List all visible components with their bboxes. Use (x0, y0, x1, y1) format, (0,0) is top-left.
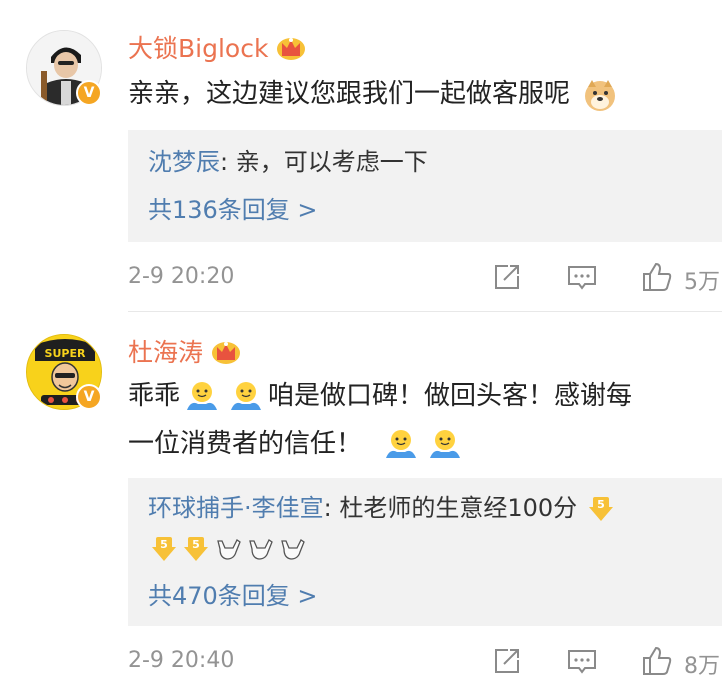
comment-icon[interactable] (565, 260, 599, 294)
svg-text:5: 5 (597, 498, 605, 511)
reply-preview: 沈梦辰: 亲，可以考虑一下 (148, 148, 428, 176)
reply-author[interactable]: 沈梦辰 (148, 148, 220, 176)
reply-preview-box[interactable]: 环球捕手·李佳宣: 杜老师的生意经100分 5 5 5 共470条回复 > (128, 478, 722, 626)
hang-loose-hand-icon (217, 539, 241, 560)
hug-emoji-icon (386, 429, 417, 458)
reply-preview-box[interactable]: 沈梦辰: 亲，可以考虑一下 共136条回复 > (128, 130, 722, 242)
timestamp: 2-9 20:40 (128, 648, 235, 673)
five-points-emoji-icon: 5 (152, 537, 176, 561)
comment-text: 亲亲，这边建议您跟我们一起做客服呢 (128, 70, 692, 118)
crown-icon (212, 342, 241, 364)
five-points-emoji-icon: 5 (184, 537, 208, 561)
hang-loose-hand-icon (249, 539, 273, 560)
timestamp: 2-9 20:20 (128, 264, 235, 289)
reply-author[interactable]: 环球捕手·李佳宣 (148, 494, 324, 522)
share-icon[interactable] (490, 644, 524, 678)
username[interactable]: 杜海涛 (128, 333, 203, 369)
comment-item: SUPER V 杜海涛 乖乖 咱是做口碑！做回头客！感谢每 一位消费者的信任！ … (0, 312, 722, 693)
thumbs-up-icon[interactable] (640, 260, 674, 294)
like-count: 5万 (684, 270, 720, 295)
crown-icon (277, 38, 306, 60)
verified-badge-icon: V (76, 80, 102, 106)
doge-emoji-icon (585, 79, 616, 111)
hug-emoji-icon (231, 381, 262, 410)
comment-item: V 大锁Biglock 亲亲，这边建议您跟我们一起做客服呢 沈梦辰: 亲，可以考… (0, 0, 722, 312)
hang-loose-hand-icon (281, 539, 305, 560)
avatar-logo-text: SUPER (45, 347, 86, 360)
share-icon[interactable] (490, 260, 524, 294)
view-replies-link[interactable]: 共470条回复 > (148, 576, 318, 616)
reply-preview: 环球捕手·李佳宣: 杜老师的生意经100分 5 (148, 488, 702, 528)
thumbs-up-icon[interactable] (640, 644, 674, 678)
comment-footer: 2-9 20:20 5万 (128, 258, 722, 298)
reply-emoji-row: 5 5 (148, 528, 702, 568)
comment-icon[interactable] (565, 644, 599, 678)
like-count: 8万 (684, 654, 720, 679)
verified-badge-icon: V (76, 384, 102, 410)
comment-footer: 2-9 20:40 8万 (128, 642, 722, 682)
hug-emoji-icon (430, 429, 461, 458)
username[interactable]: 大锁Biglock (128, 29, 268, 65)
svg-text:5: 5 (160, 538, 168, 551)
five-points-emoji-icon: 5 (588, 497, 613, 521)
reply-text: 杜老师的生意经100分 (339, 494, 578, 522)
svg-text:5: 5 (192, 538, 200, 551)
comment-text: 乖乖 咱是做口碑！做回头客！感谢每 一位消费者的信任！ (128, 372, 692, 468)
reply-text: 亲，可以考虑一下 (235, 148, 428, 176)
view-replies-link[interactable]: 共136条回复 > (148, 190, 318, 230)
hug-emoji-icon (187, 381, 218, 410)
